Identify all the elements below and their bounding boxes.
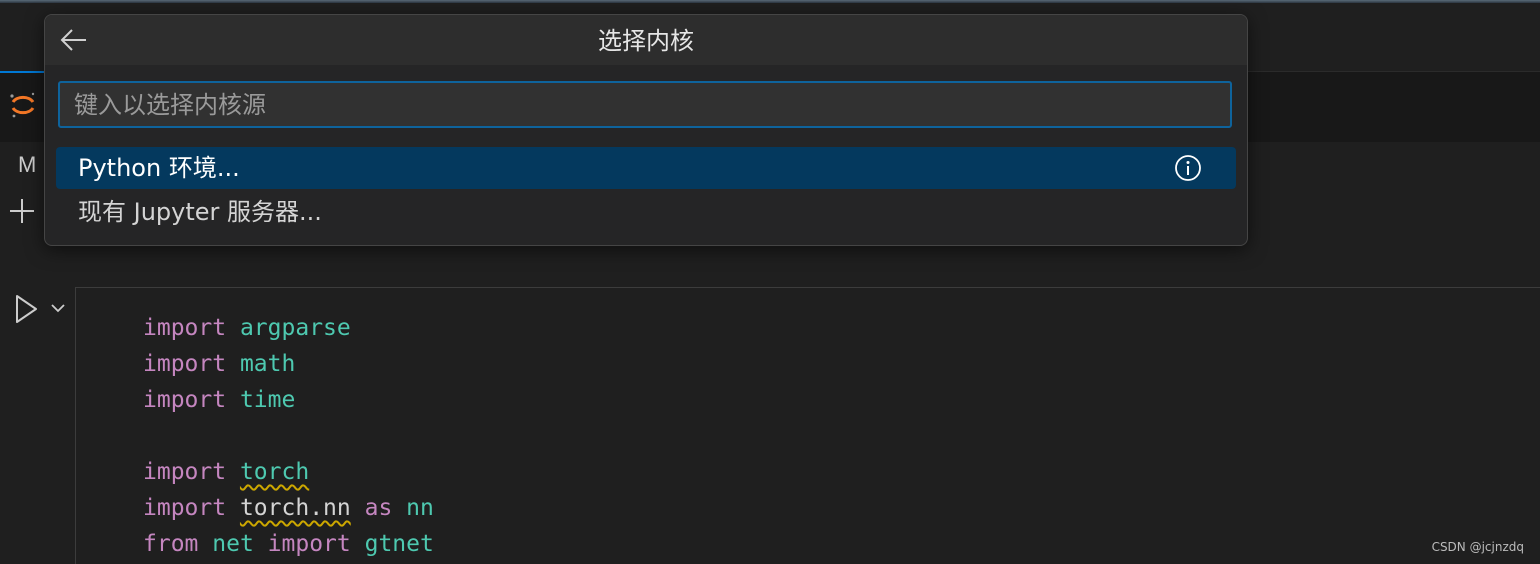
code-module: net — [212, 531, 254, 557]
code-keyword: import — [143, 387, 227, 413]
kernel-source-search-input[interactable] — [58, 81, 1232, 128]
code-keyword: import — [143, 351, 227, 377]
code-keyword: import — [143, 315, 227, 341]
select-kernel-quick-pick: 选择内核 Python 环境... 现有 Jupyter 服务器... — [44, 14, 1248, 246]
quick-pick-item-python-environments[interactable]: Python 环境... — [56, 147, 1236, 189]
code-keyword: import — [143, 459, 227, 485]
code-line: import argparse — [143, 313, 351, 343]
vscode-window: M import argparse import math import tim… — [0, 0, 1540, 564]
chevron-down-icon[interactable] — [48, 298, 68, 318]
code-keyword: import — [267, 531, 351, 557]
code-alias: nn — [406, 495, 434, 521]
watermark: CSDN @jcjnzdq — [1431, 540, 1524, 554]
code-line: import torch.nn as nn — [143, 493, 434, 523]
info-icon[interactable] — [1174, 154, 1202, 182]
code-module: math — [239, 351, 296, 377]
jupyter-icon[interactable] — [8, 90, 38, 120]
back-arrow-icon[interactable] — [59, 27, 89, 53]
markdown-toolbar-label[interactable]: M — [18, 152, 42, 178]
run-icon[interactable] — [12, 293, 40, 325]
code-line: from net import gtnet — [143, 529, 434, 559]
code-keyword: as — [364, 495, 393, 521]
quick-pick-item-existing-jupyter-server[interactable]: 现有 Jupyter 服务器... — [56, 191, 1236, 233]
code-module-warning: torch — [239, 459, 310, 485]
quick-pick-item-label: 现有 Jupyter 服务器... — [78, 198, 322, 226]
active-tab-indicator — [0, 71, 44, 73]
quick-pick-title: 选择内核 — [598, 27, 694, 55]
code-line: import math — [143, 349, 295, 379]
code-keyword: from — [143, 531, 199, 557]
code-line: import time — [143, 385, 295, 415]
code-module: argparse — [239, 315, 351, 341]
plus-icon[interactable] — [7, 196, 37, 226]
code-alias: gtnet — [364, 531, 434, 557]
code-line: import torch — [143, 457, 309, 487]
code-module-warning: torch.nn — [239, 495, 351, 521]
code-module: time — [239, 387, 296, 413]
code-keyword: import — [143, 495, 227, 521]
quick-pick-item-label: Python 环境... — [78, 154, 240, 182]
